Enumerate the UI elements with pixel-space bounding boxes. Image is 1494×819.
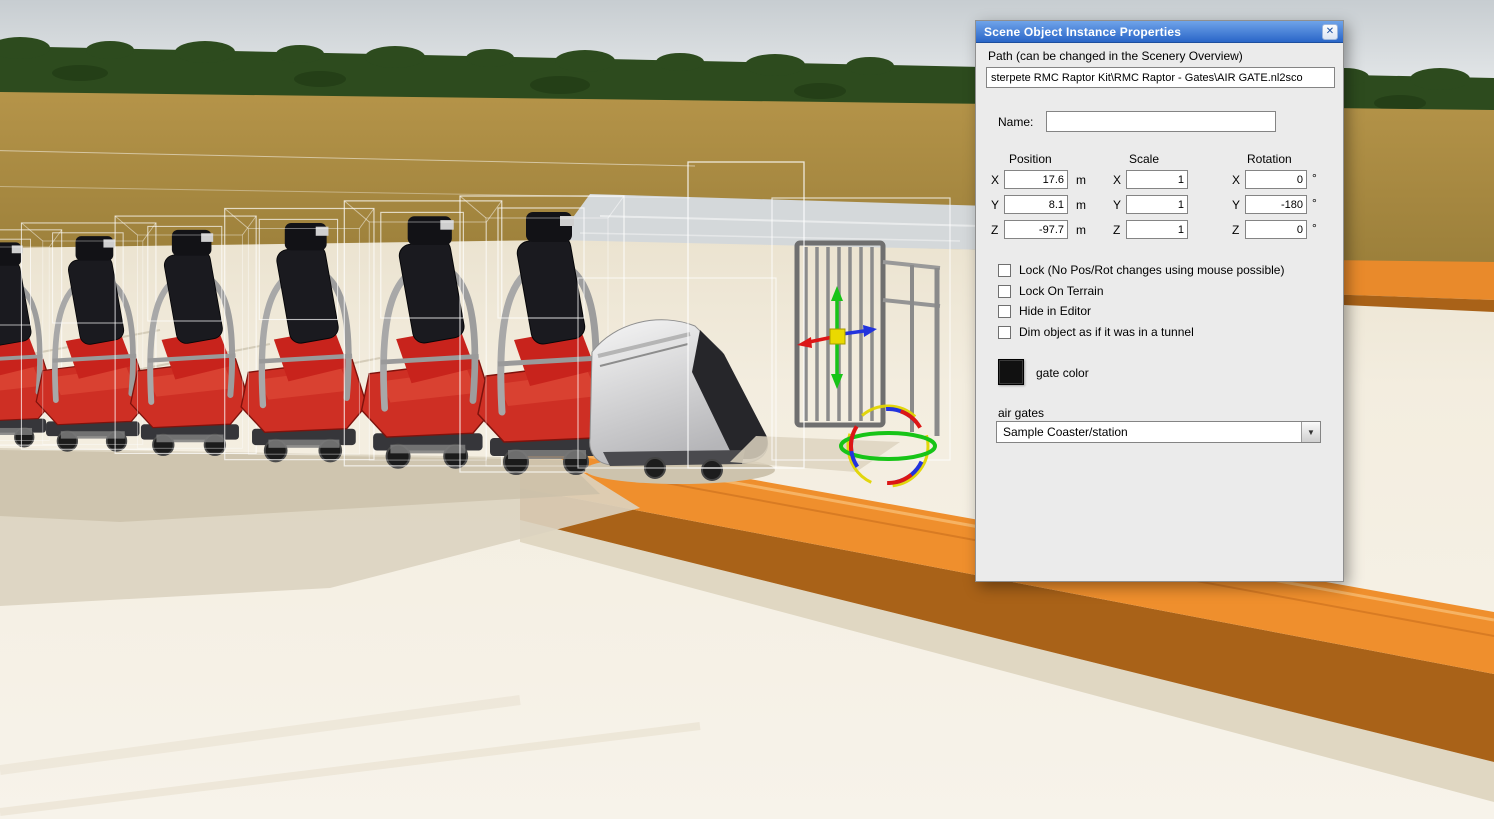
rotation-z-label: Z: [1232, 223, 1240, 237]
air-gates-label: air gates: [998, 406, 1045, 420]
scale-x-label: X: [1113, 173, 1122, 187]
dialog-titlebar[interactable]: Scene Object Instance Properties ✕: [976, 21, 1343, 43]
position-y-unit: m: [1076, 198, 1086, 212]
rotation-x-input[interactable]: [1245, 170, 1307, 189]
rotation-y-unit: °: [1312, 196, 1317, 210]
dim-tunnel-checkbox[interactable]: [998, 325, 1011, 339]
rotation-header: Rotation: [1247, 152, 1292, 166]
gate-color-swatch[interactable]: [998, 359, 1024, 385]
path-input[interactable]: [986, 67, 1335, 88]
position-x-label: X: [991, 173, 1000, 187]
rotation-z-input[interactable]: [1245, 220, 1307, 239]
close-icon[interactable]: ✕: [1322, 23, 1338, 40]
scene-object-properties-dialog: Scene Object Instance Properties ✕ Path …: [975, 20, 1344, 582]
lock-on-terrain-checkbox[interactable]: [998, 284, 1011, 298]
scale-y-input[interactable]: [1126, 195, 1188, 214]
position-y-label: Y: [991, 198, 1000, 212]
scale-z-input[interactable]: [1126, 220, 1188, 239]
hide-in-editor-label: Hide in Editor: [1019, 304, 1092, 318]
dropdown-arrow-icon[interactable]: ▼: [1301, 422, 1320, 442]
path-label: Path (can be changed in the Scenery Over…: [988, 49, 1243, 63]
lock-checkbox-label: Lock (No Pos/Rot changes using mouse pos…: [1019, 263, 1285, 277]
dialog-title: Scene Object Instance Properties: [984, 24, 1182, 39]
position-header: Position: [1009, 152, 1052, 166]
position-z-label: Z: [991, 223, 999, 237]
dialog-body: Path (can be changed in the Scenery Over…: [976, 44, 1343, 581]
air-gates-selected-value: Sample Coaster/station: [1003, 425, 1128, 439]
nolimits-editor-window: Scene Object Instance Properties ✕ Path …: [0, 0, 1494, 819]
position-z-input[interactable]: [1004, 220, 1068, 239]
dim-tunnel-checkbox-row: Dim object as if it was in a tunnel: [998, 325, 1194, 339]
hide-in-editor-checkbox[interactable]: [998, 304, 1011, 318]
position-z-unit: m: [1076, 223, 1086, 237]
transform-row-x: X m X X °: [976, 170, 1345, 190]
name-label: Name:: [998, 115, 1034, 129]
rotation-x-unit: °: [1312, 171, 1317, 185]
air-gates-select[interactable]: Sample Coaster/station ▼: [996, 421, 1321, 443]
hide-in-editor-checkbox-row: Hide in Editor: [998, 304, 1091, 318]
transform-row-y: Y m Y Y °: [976, 195, 1345, 215]
scale-z-label: Z: [1113, 223, 1121, 237]
lock-on-terrain-label: Lock On Terrain: [1019, 284, 1104, 298]
position-x-unit: m: [1076, 173, 1086, 187]
dim-tunnel-label: Dim object as if it was in a tunnel: [1019, 325, 1194, 339]
lock-checkbox[interactable]: [998, 263, 1011, 277]
gate-color-label: gate color: [1036, 366, 1089, 380]
position-y-input[interactable]: [1004, 195, 1068, 214]
name-input[interactable]: [1046, 111, 1276, 132]
scale-x-input[interactable]: [1126, 170, 1188, 189]
rotation-x-label: X: [1232, 173, 1241, 187]
lock-on-terrain-checkbox-row: Lock On Terrain: [998, 284, 1104, 298]
lock-checkbox-row: Lock (No Pos/Rot changes using mouse pos…: [998, 263, 1284, 277]
scale-header: Scale: [1129, 152, 1160, 166]
rotation-z-unit: °: [1312, 221, 1317, 235]
position-x-input[interactable]: [1004, 170, 1068, 189]
scale-y-label: Y: [1113, 198, 1122, 212]
transform-row-z: Z m Z Z °: [976, 220, 1345, 240]
rotation-y-input[interactable]: [1245, 195, 1307, 214]
rotation-y-label: Y: [1232, 198, 1241, 212]
